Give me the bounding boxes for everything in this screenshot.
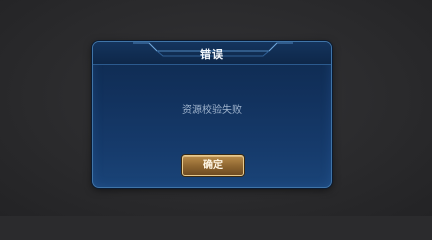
confirm-button[interactable]: 确定 (182, 155, 244, 176)
dialog-title: 错误 (200, 48, 224, 61)
game-screen: 错误 资源校验失败 确定 (0, 0, 432, 216)
dialog-message: 资源校验失败 (182, 105, 242, 116)
error-dialog: 错误 资源校验失败 确定 (92, 41, 332, 188)
